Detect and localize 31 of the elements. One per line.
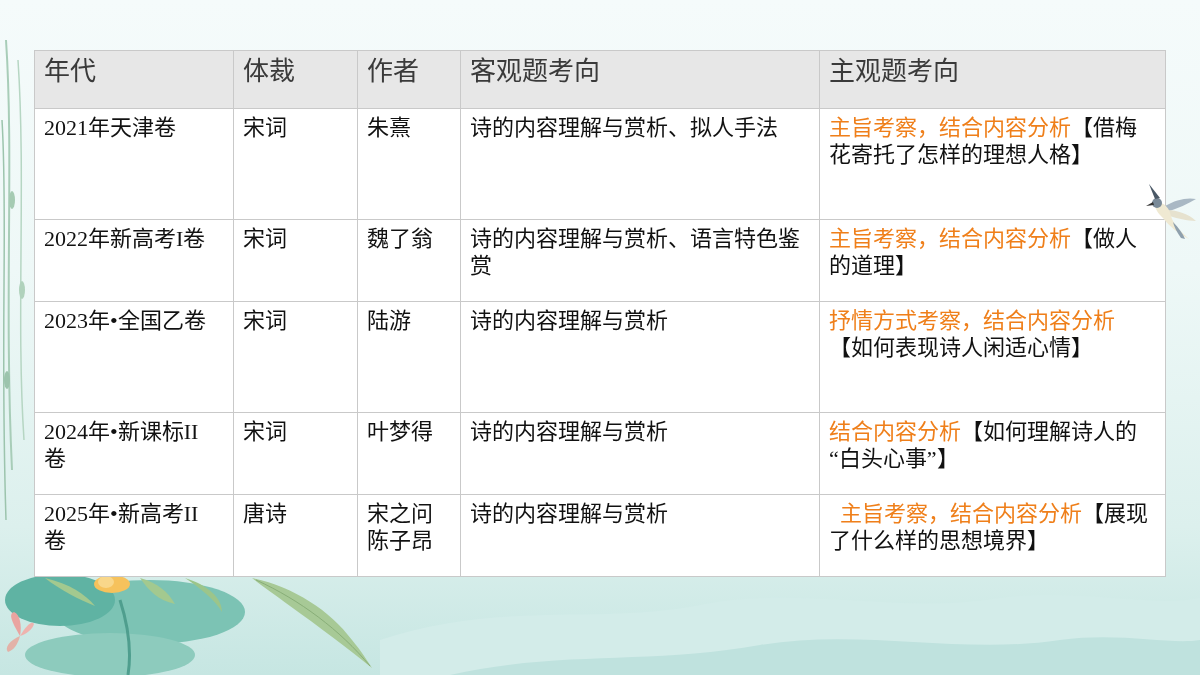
table-cell: 诗的内容理解与赏析、语言特色鉴赏 bbox=[461, 220, 819, 301]
table-cell: 唐诗 bbox=[234, 495, 357, 576]
column-header: 体裁 bbox=[234, 51, 357, 108]
table-cell: 诗的内容理解与赏析 bbox=[461, 495, 819, 576]
table-cell: 诗的内容理解与赏析、拟人手法 bbox=[461, 109, 819, 219]
table-cell: 结合内容分析【如何理解诗人的“白头心事”】 bbox=[820, 413, 1165, 494]
table-cell: 诗的内容理解与赏析 bbox=[461, 413, 819, 494]
column-header: 主观题考向 bbox=[820, 51, 1165, 108]
table-cell: 2025年•新高考II卷 bbox=[35, 495, 233, 576]
table-cell: 2021年天津卷 bbox=[35, 109, 233, 219]
butterfly-icon bbox=[6, 612, 34, 652]
column-header: 年代 bbox=[35, 51, 233, 108]
table-cell: 2023年•全国乙卷 bbox=[35, 302, 233, 412]
table-cell: 宋词 bbox=[234, 413, 357, 494]
table-cell: 朱熹 bbox=[358, 109, 460, 219]
table-cell: 主旨考察，结合内容分析【展现了什么样的思想境界】 bbox=[820, 495, 1165, 576]
table-cell: 宋词 bbox=[234, 220, 357, 301]
table-cell: 2024年•新课标II卷 bbox=[35, 413, 233, 494]
column-header: 客观题考向 bbox=[461, 51, 819, 108]
table-cell: 魏了翁 bbox=[358, 220, 460, 301]
table-cell: 宋词 bbox=[234, 109, 357, 219]
table-cell: 2022年新高考I卷 bbox=[35, 220, 233, 301]
table-cell: 诗的内容理解与赏析 bbox=[461, 302, 819, 412]
table-cell: 叶梦得 bbox=[358, 413, 460, 494]
table-cell: 陆游 bbox=[358, 302, 460, 412]
table-cell: 宋词 bbox=[234, 302, 357, 412]
table-cell: 主旨考察，结合内容分析【做人的道理】 bbox=[820, 220, 1165, 301]
column-header: 作者 bbox=[358, 51, 460, 108]
table-cell: 抒情方式考察，结合内容分析 【如何表现诗人闲适心情】 bbox=[820, 302, 1165, 412]
table-cell: 主旨考察，结合内容分析【借梅花寄托了怎样的理想人格】 bbox=[820, 109, 1165, 219]
table-cell: 宋之问陈子昂 bbox=[358, 495, 460, 576]
